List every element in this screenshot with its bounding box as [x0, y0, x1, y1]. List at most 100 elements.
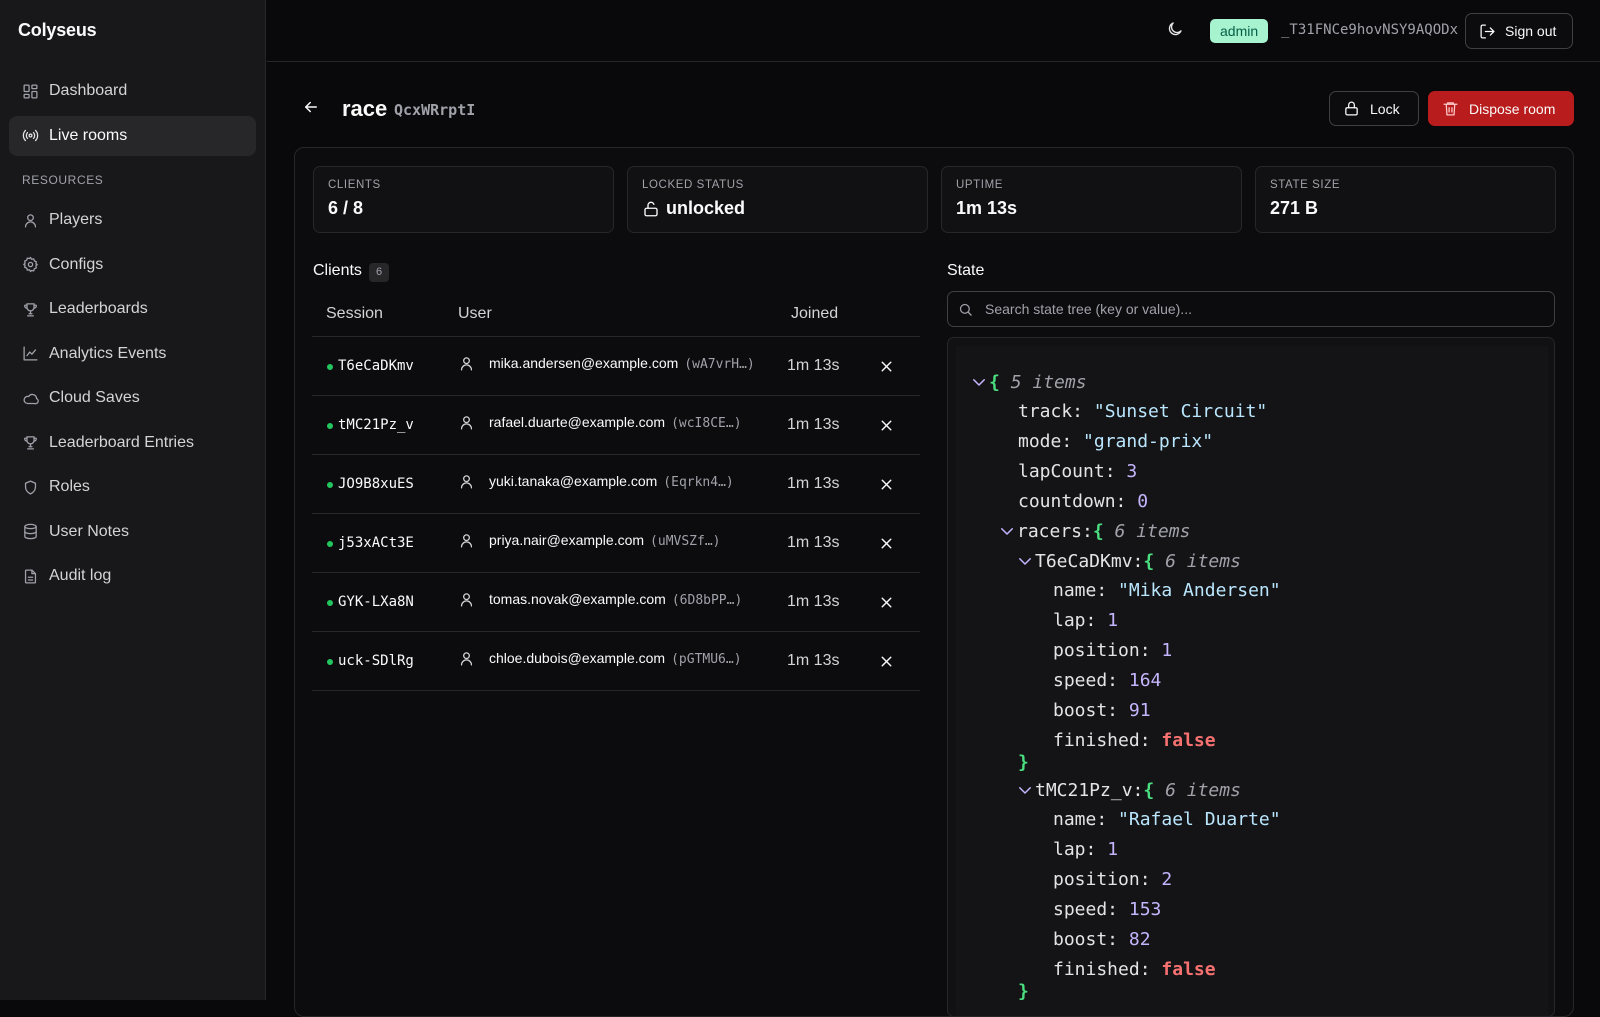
user-email-text[interactable]: rafael.duarte@example.com	[489, 414, 665, 430]
tree-leaf-boost: boost: 82	[1053, 929, 1151, 950]
node-count: 6 items	[1165, 551, 1241, 572]
brace-open: {	[1143, 780, 1155, 801]
user-email-text[interactable]: tomas.novak@example.com	[489, 591, 666, 607]
state-tree-content: { 5 items track: "Sunset Circuit" mode: …	[956, 346, 1548, 1016]
sidebar-item-leaderboards[interactable]: Leaderboards	[9, 289, 256, 329]
stat-card-clients: CLIENTS 6 / 8	[313, 166, 614, 233]
tree-leaf-speed: speed: 153	[1053, 899, 1161, 920]
tree-leaf-name: name: "Mika Andersen"	[1053, 580, 1281, 601]
node-value: 1	[1107, 839, 1119, 860]
top-bar: admin _T31FNCe9hovNSY9AQODx Sign out	[267, 0, 1600, 62]
stat-label: STATE SIZE	[1270, 179, 1341, 191]
kick-client-button[interactable]	[878, 476, 895, 493]
close-icon	[881, 420, 892, 431]
kick-client-button[interactable]	[878, 417, 895, 434]
session-id: j53xACt3E	[338, 535, 414, 551]
chevron-down-icon[interactable]	[998, 522, 1016, 540]
sidebar-item-label: Roles	[49, 478, 90, 495]
column-header-session[interactable]: Session	[326, 305, 383, 323]
user-id-short: (Eqrkn4…)	[663, 475, 734, 490]
joined-time: 1m 13s	[787, 416, 840, 433]
user-id: _T31FNCe9hovNSY9AQODx	[1281, 22, 1459, 38]
node-key: finished:	[1053, 730, 1151, 751]
sidebar-item-user-notes[interactable]: User Notes	[9, 512, 256, 552]
lock-button[interactable]: Lock	[1329, 91, 1419, 126]
sidebar-item-players[interactable]: Players	[9, 200, 256, 240]
sidebar-item-cloud-saves[interactable]: Cloud Saves	[9, 378, 256, 418]
gear-icon	[23, 256, 38, 273]
joined-time: 1m 13s	[787, 357, 840, 374]
user-email-text[interactable]: mika.andersen@example.com	[489, 355, 678, 371]
node-key: speed:	[1053, 670, 1119, 691]
chevron-down-icon[interactable]	[1016, 781, 1034, 799]
lock-icon	[1345, 101, 1358, 116]
tree-leaf-countdown: countdown: 0	[1018, 491, 1148, 512]
sidebar-item-audit-log[interactable]: Audit log	[9, 556, 256, 596]
user-id-short: (wcI8CE…)	[671, 416, 742, 431]
broadcast-icon	[22, 129, 39, 142]
chart-line-icon	[23, 346, 38, 361]
user-email-text[interactable]: yuki.tanaka@example.com	[489, 473, 657, 489]
column-header-user[interactable]: User	[458, 305, 492, 323]
stat-value: 1m 13s	[956, 198, 1227, 219]
chevron-down-icon[interactable]	[970, 373, 988, 391]
trophy-icon	[24, 302, 37, 317]
stat-card-locked-status: LOCKED STATUS unlocked	[627, 166, 928, 233]
state-tree: { 5 items track: "Sunset Circuit" mode: …	[947, 337, 1555, 1017]
trash-icon	[1443, 102, 1458, 116]
tree-node-racer[interactable]: tMC21Pz_v:{ 6 items	[1016, 780, 1241, 801]
kick-client-button[interactable]	[878, 535, 895, 552]
tree-leaf-boost: boost: 91	[1053, 700, 1151, 721]
joined-time: 1m 13s	[787, 652, 840, 669]
tree-node-racers[interactable]: racers:{ 6 items	[998, 521, 1190, 542]
sign-out-button[interactable]: Sign out	[1465, 13, 1573, 49]
tree-node-root[interactable]: { 5 items	[970, 372, 1087, 393]
sidebar-item-dashboard[interactable]: Dashboard	[9, 71, 256, 111]
sidebar-item-leaderboard-entries[interactable]: Leaderboard Entries	[9, 423, 256, 463]
sidebar-item-live-rooms[interactable]: Live rooms	[9, 115, 256, 156]
user-icon	[458, 532, 475, 549]
tree-node-close: }	[1018, 981, 1029, 1002]
user-email-text[interactable]: priya.nair@example.com	[489, 532, 644, 548]
state-search[interactable]	[947, 291, 1555, 327]
chevron-down-icon[interactable]	[1016, 552, 1034, 570]
stat-value: 6 / 8	[328, 198, 599, 219]
sidebar-item-label: Leaderboard Entries	[49, 433, 194, 451]
user-id-short: (6D8bPP…)	[671, 593, 743, 608]
cloud-icon	[23, 393, 39, 404]
table-row: GYK-LXa8N tomas.novak@example.com (6D8bPP……	[312, 573, 920, 632]
close-icon	[881, 479, 892, 490]
kick-client-button[interactable]	[878, 653, 895, 670]
tree-node-racer[interactable]: T6eCaDKmv:{ 6 items	[1016, 551, 1241, 572]
kick-client-button[interactable]	[878, 594, 895, 611]
stat-value: 271 B	[1270, 198, 1541, 219]
sidebar-item-label: Live rooms	[49, 126, 128, 144]
state-search-input[interactable]	[985, 301, 1525, 317]
sidebar-item-analytics-events[interactable]: Analytics Events	[9, 334, 256, 374]
sidebar-item-configs[interactable]: Configs	[9, 245, 256, 285]
dispose-room-button[interactable]: Dispose room	[1428, 91, 1574, 126]
state-title: State	[947, 262, 985, 279]
sidebar-section-resources: RESOURCES	[22, 173, 104, 187]
close-icon	[881, 656, 892, 667]
back-button[interactable]	[302, 98, 324, 120]
node-value: "Mika Andersen"	[1118, 580, 1281, 601]
brand-logo[interactable]: Colyseus	[18, 20, 97, 41]
tree-leaf-lap: lap: 1	[1053, 610, 1118, 631]
stat-card-state-size: STATE SIZE 271 B	[1255, 166, 1556, 233]
node-value: "Sunset Circuit"	[1093, 401, 1268, 422]
session-id: GYK-LXa8N	[338, 594, 414, 610]
user-email-text[interactable]: chloe.dubois@example.com	[489, 650, 665, 666]
theme-toggle-button[interactable]	[1166, 20, 1188, 42]
sidebar-item-roles[interactable]: Roles	[9, 467, 256, 507]
tree-leaf-mode: mode: "grand-prix"	[1018, 431, 1213, 452]
tree-leaf-position: position: 2	[1053, 869, 1172, 890]
kick-client-button[interactable]	[878, 358, 895, 375]
column-header-joined[interactable]: Joined	[791, 305, 838, 323]
search-icon	[959, 303, 972, 316]
close-icon	[881, 597, 892, 608]
tree-leaf-name: name: "Rafael Duarte"	[1053, 809, 1281, 830]
sign-out-label: Sign out	[1505, 23, 1557, 39]
user-email: rafael.duarte@example.com (wcI8CE…)	[489, 414, 742, 431]
file-text-icon	[24, 568, 37, 584]
